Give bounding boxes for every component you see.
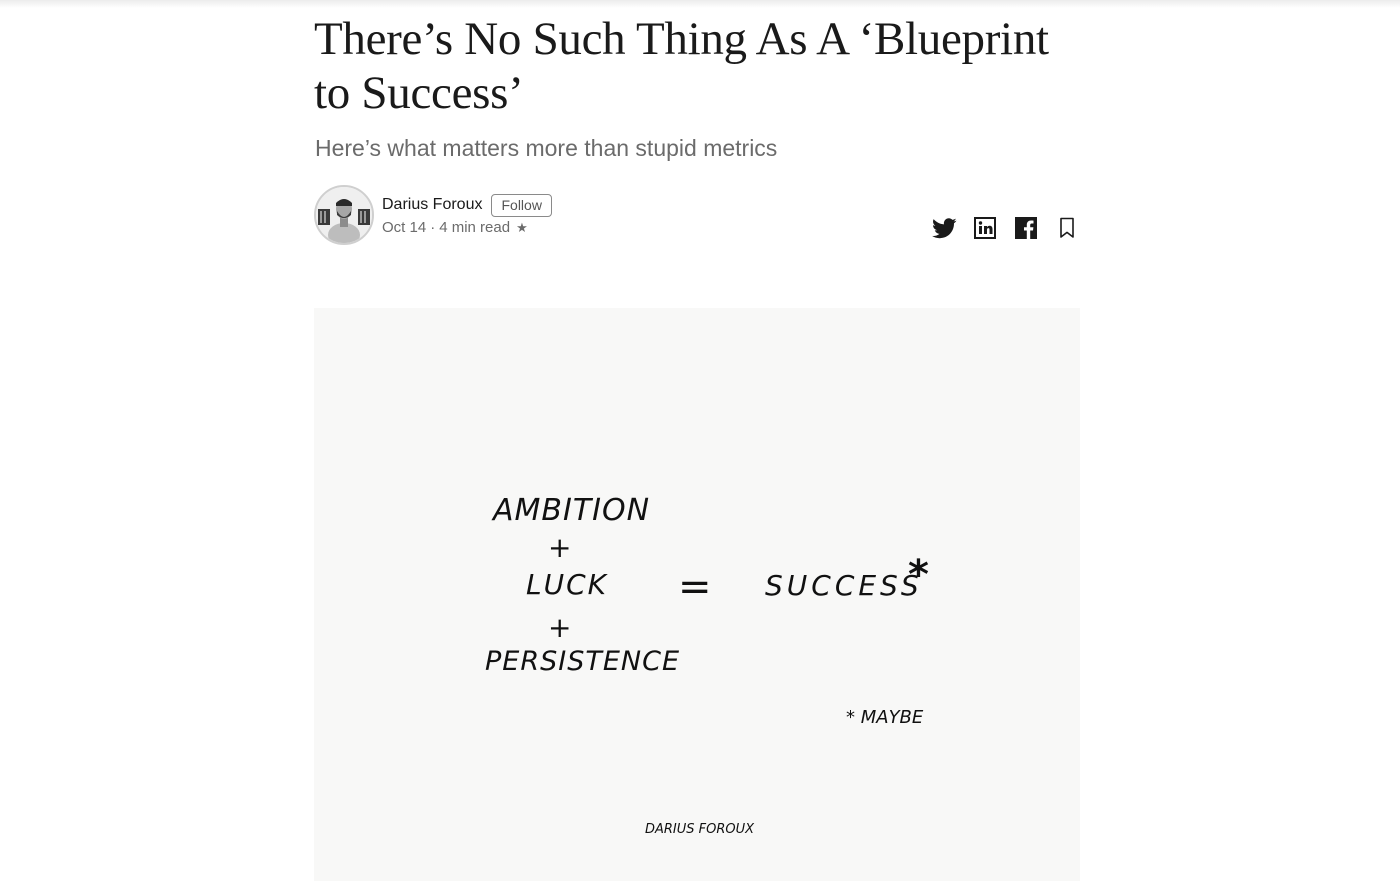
post-meta: Oct 14 · 4 min read ★ (382, 219, 528, 236)
byline: Darius Foroux Follow Oct 14 · 4 min read… (314, 185, 1080, 251)
bookmark-icon[interactable] (1054, 215, 1080, 241)
sketch-signature: DARIUS FOROUX (645, 822, 755, 837)
article-title: There’s No Such Thing As A ‘Blueprint to… (314, 13, 1049, 119)
author-photo (316, 187, 372, 243)
hero-image: AMBITION + LUCK + PERSISTENCE = SUCCESS … (314, 308, 1080, 881)
follow-button[interactable]: Follow (491, 193, 552, 217)
sketch-footnote-maybe: * MAYBE (846, 707, 924, 728)
sketch-line-ambition: AMBITION (491, 493, 650, 528)
sketch-line-persistence: PERSISTENCE (485, 646, 680, 677)
sketch-line-luck: LUCK (526, 568, 609, 601)
sketch-result-success: SUCCESS (765, 569, 923, 602)
author-name-link[interactable]: Darius Foroux (382, 196, 482, 214)
sketch-plus-2: + (548, 611, 571, 644)
hero-sketch: AMBITION + LUCK + PERSISTENCE = SUCCESS … (485, 493, 929, 837)
twitter-icon[interactable] (931, 215, 957, 241)
author-line: Darius Foroux Follow (382, 193, 552, 217)
post-date: Oct 14 (382, 219, 427, 236)
meta-separator: · (430, 219, 436, 236)
sketch-equals: = (678, 564, 712, 610)
sketch-asterisk: * (908, 552, 929, 598)
linkedin-icon[interactable] (972, 215, 998, 241)
article-subtitle: Here’s what matters more than stupid met… (315, 135, 778, 161)
star-icon: ★ (516, 219, 528, 235)
header-shadow (0, 0, 1400, 8)
read-time: 4 min read (439, 219, 511, 236)
share-bar (916, 215, 1080, 241)
author-avatar[interactable] (314, 185, 374, 245)
sketch-plus-1: + (548, 531, 571, 564)
facebook-icon[interactable] (1013, 215, 1039, 241)
